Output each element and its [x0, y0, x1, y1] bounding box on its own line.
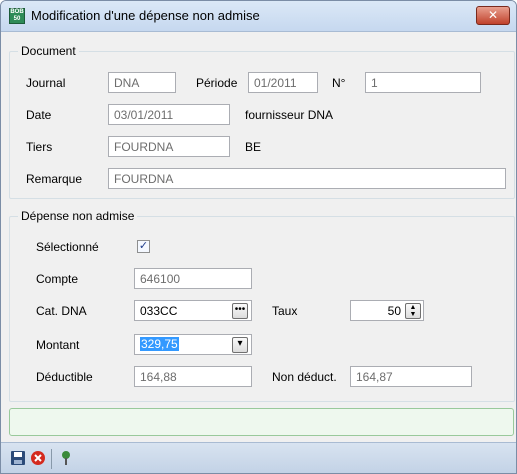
pin-button[interactable]	[57, 450, 75, 468]
tiers-info-text: BE	[245, 140, 262, 154]
taux-spinner[interactable]: ▲ ▼	[405, 303, 421, 319]
journal-field[interactable]	[108, 72, 176, 93]
deductible-label: Déductible	[36, 370, 93, 384]
periode-label: Période	[196, 76, 238, 90]
toolbar-separator	[51, 449, 52, 469]
bottom-toolbar	[1, 442, 516, 473]
montant-dropdown-button[interactable]: ▾	[232, 337, 248, 353]
close-button[interactable]: ✕	[476, 6, 510, 25]
date-field[interactable]	[108, 104, 230, 125]
montant-label: Montant	[36, 338, 80, 352]
browse-button[interactable]: •••	[232, 303, 248, 319]
tiers-label: Tiers	[26, 140, 53, 154]
app-icon: BOB 50	[9, 8, 25, 24]
document-group: Document Journal Période N° Date fournis…	[9, 44, 515, 199]
spinner-arrows-icon: ▲ ▼	[409, 304, 417, 318]
cancel-button[interactable]	[29, 450, 47, 468]
date-info-text: fournisseur DNA	[245, 108, 334, 122]
floppy-disk-icon	[11, 451, 25, 465]
ellipsis-icon: •••	[234, 304, 246, 315]
title-bar[interactable]: BOB 50 Modification d'une dépense non adm…	[1, 1, 516, 32]
checkmark-icon: ✓	[138, 240, 149, 252]
pushpin-icon	[62, 451, 70, 465]
depense-group-title: Dépense non admise	[18, 209, 138, 223]
depense-group: Dépense non admise Sélectionné ✓ Compte …	[9, 209, 515, 402]
non-deductible-label: Non déduct.	[272, 370, 337, 384]
journal-label: Journal	[26, 76, 66, 90]
compte-label: Compte	[36, 272, 79, 286]
non-deductible-field[interactable]	[350, 366, 472, 387]
deductible-field[interactable]	[134, 366, 252, 387]
selectionne-label: Sélectionné	[36, 240, 99, 254]
numero-field[interactable]	[365, 72, 481, 93]
montant-value: 329,75	[140, 337, 179, 351]
save-button[interactable]	[9, 450, 27, 468]
periode-field[interactable]	[248, 72, 318, 93]
status-message-area	[9, 408, 514, 436]
window-title: Modification d'une dépense non admise	[31, 8, 260, 23]
taux-label: Taux	[272, 304, 298, 318]
remarque-field[interactable]	[108, 168, 506, 189]
tiers-field[interactable]	[108, 136, 230, 157]
compte-field[interactable]	[134, 268, 252, 289]
date-label: Date	[26, 108, 52, 122]
cat-dna-label: Cat. DNA	[36, 304, 87, 318]
remarque-label: Remarque	[26, 172, 83, 186]
selectionne-checkbox[interactable]: ✓	[137, 240, 150, 253]
document-group-title: Document	[18, 44, 79, 58]
cancel-icon	[31, 451, 45, 465]
numero-label: N°	[332, 76, 346, 90]
dialog-window: BOB 50 Modification d'une dépense non adm…	[0, 0, 517, 474]
chevron-down-icon: ▾	[237, 338, 243, 349]
